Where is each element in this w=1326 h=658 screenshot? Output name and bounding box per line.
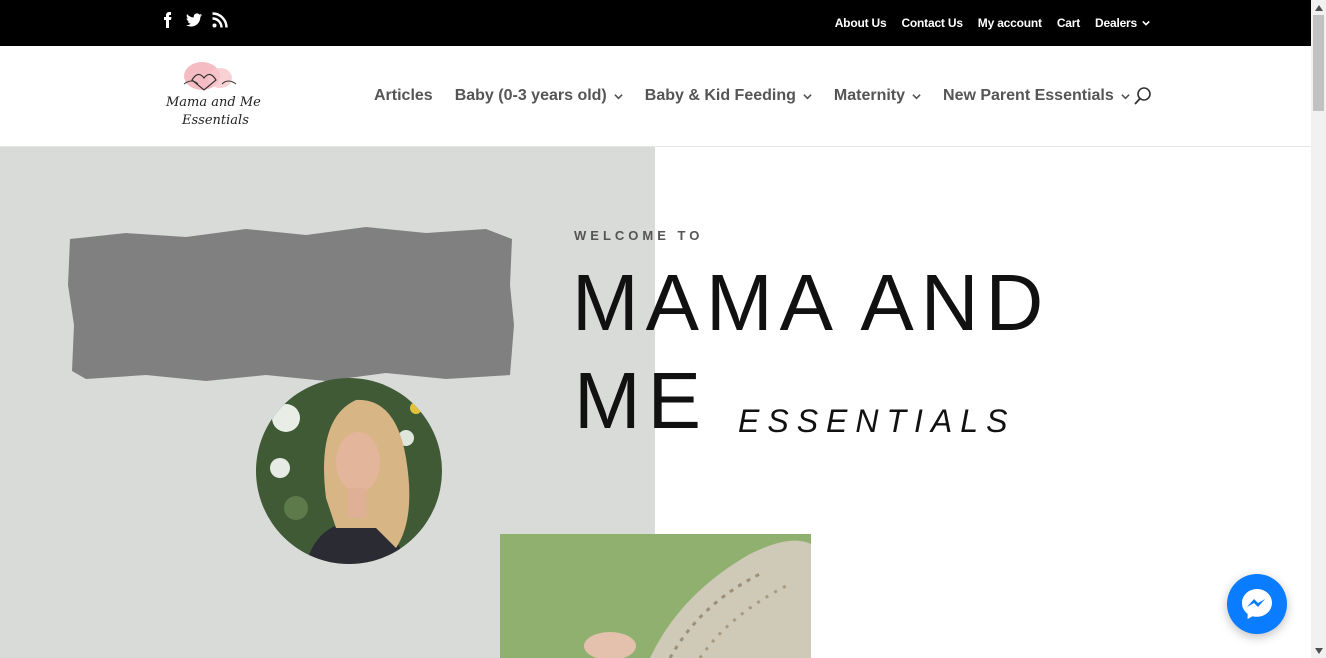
nav-item-maternity[interactable]: Maternity: [834, 87, 921, 105]
social-links: [160, 12, 228, 28]
scroll-up-arrow-icon[interactable]: [1311, 0, 1326, 15]
search-icon[interactable]: [1133, 86, 1153, 106]
twitter-icon[interactable]: [186, 12, 202, 28]
nav-item-articles[interactable]: Articles: [374, 87, 433, 105]
chevron-down-icon: [912, 93, 921, 99]
hero-title-line2: ME: [574, 356, 708, 445]
nav-item-parent-essentials[interactable]: New Parent Essentials: [943, 87, 1130, 105]
messenger-icon: [1242, 589, 1272, 619]
nav-item-feeding[interactable]: Baby & Kid Feeding: [645, 87, 812, 105]
nav-item-maternity-label: Maternity: [833, 87, 906, 104]
nav-item-baby-label: Baby (0-3 years old): [454, 87, 607, 104]
portrait-photo: [256, 378, 442, 564]
brush-stroke-graphic: [68, 227, 514, 381]
top-link-contact-us[interactable]: Contact Us: [901, 16, 963, 30]
hero-title-script: ESSENTIALS: [738, 403, 1016, 439]
chevron-down-icon: [614, 93, 623, 99]
top-link-dealers[interactable]: Dealers: [1095, 16, 1150, 30]
chevron-down-icon: [1121, 93, 1130, 99]
main-header: Mama and Me Essentials Articles Baby (0-…: [0, 46, 1311, 147]
scrollbar-thumb[interactable]: [1313, 15, 1324, 111]
logo-text-line1: Mama and Me: [165, 95, 261, 110]
facebook-icon[interactable]: [160, 12, 176, 28]
site-logo[interactable]: Mama and Me Essentials: [162, 58, 266, 130]
main-nav: Articles Baby (0-3 years old) Baby & Kid…: [374, 46, 1130, 146]
nav-item-parent-essentials-label: New Parent Essentials: [943, 87, 1114, 104]
top-link-cart[interactable]: Cart: [1057, 16, 1080, 30]
top-bar: About Us Contact Us My account Cart Deal…: [0, 0, 1311, 46]
messenger-chat-button[interactable]: [1227, 574, 1287, 634]
page-scrollbar[interactable]: [1311, 0, 1326, 658]
hero-section: WELCOME TO MAMA AND ME ESSENTIALS: [0, 147, 1311, 658]
nav-item-feeding-label: Baby & Kid Feeding: [644, 87, 796, 104]
scroll-down-arrow-icon[interactable]: [1311, 643, 1326, 658]
hero-title-line1: MAMA AND: [572, 258, 1051, 347]
hero-welcome-text: WELCOME TO: [574, 228, 704, 243]
rss-icon[interactable]: [212, 12, 228, 28]
sleeve-photo: [500, 534, 811, 658]
top-link-about-us[interactable]: About Us: [835, 16, 887, 30]
chevron-down-icon: [803, 93, 812, 99]
top-link-my-account[interactable]: My account: [978, 16, 1042, 30]
chevron-down-icon: [1142, 20, 1150, 26]
nav-item-baby[interactable]: Baby (0-3 years old): [455, 87, 623, 105]
top-link-dealers-label: Dealers: [1095, 16, 1137, 30]
top-links: About Us Contact Us My account Cart Deal…: [835, 0, 1150, 46]
logo-text-line2: Essentials: [181, 113, 249, 128]
